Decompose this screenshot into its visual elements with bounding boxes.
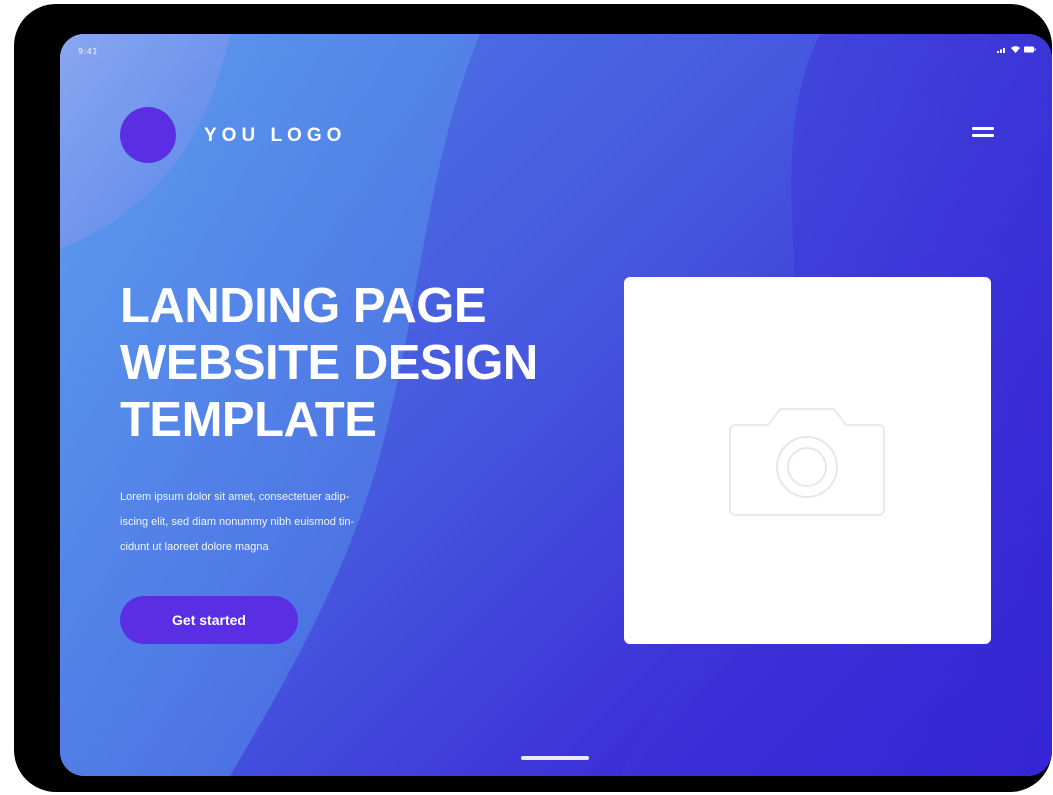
headline-line: LANDING PAGE <box>120 279 487 333</box>
status-time: 9:41 <box>78 47 98 56</box>
description-line: cidunt ut laoreet dolore magna <box>120 541 269 553</box>
screen: 9:41 YOU LOGO LANDING PAGE WEBSITE DESIG… <box>60 34 1052 776</box>
logo-text[interactable]: YOU LOGO <box>204 125 346 147</box>
logo-mark[interactable] <box>120 107 176 163</box>
signal-icon <box>997 48 1005 53</box>
hamburger-menu-icon[interactable] <box>972 127 994 143</box>
tablet-frame: 9:41 YOU LOGO LANDING PAGE WEBSITE DESIG… <box>14 4 1052 792</box>
wifi-icon <box>1011 46 1020 53</box>
status-icons <box>997 46 1036 53</box>
get-started-button[interactable]: Get started <box>120 596 298 644</box>
headline-line: WEBSITE DESIGN <box>120 336 538 390</box>
hero-headline: LANDING PAGE WEBSITE DESIGN TEMPLATE <box>120 278 640 449</box>
hero-description: Lorem ipsum dolor sit amet, consectetuer… <box>120 485 470 560</box>
image-placeholder <box>624 277 991 644</box>
headline-line: TEMPLATE <box>120 393 377 447</box>
camera-icon <box>729 408 885 516</box>
description-line: Lorem ipsum dolor sit amet, consectetuer… <box>120 491 350 503</box>
home-indicator[interactable] <box>521 756 589 760</box>
description-line: iscing elit, sed diam nonummy nibh euism… <box>120 516 355 528</box>
battery-icon <box>1024 46 1036 53</box>
menu-line <box>972 134 994 137</box>
menu-line <box>972 127 994 130</box>
